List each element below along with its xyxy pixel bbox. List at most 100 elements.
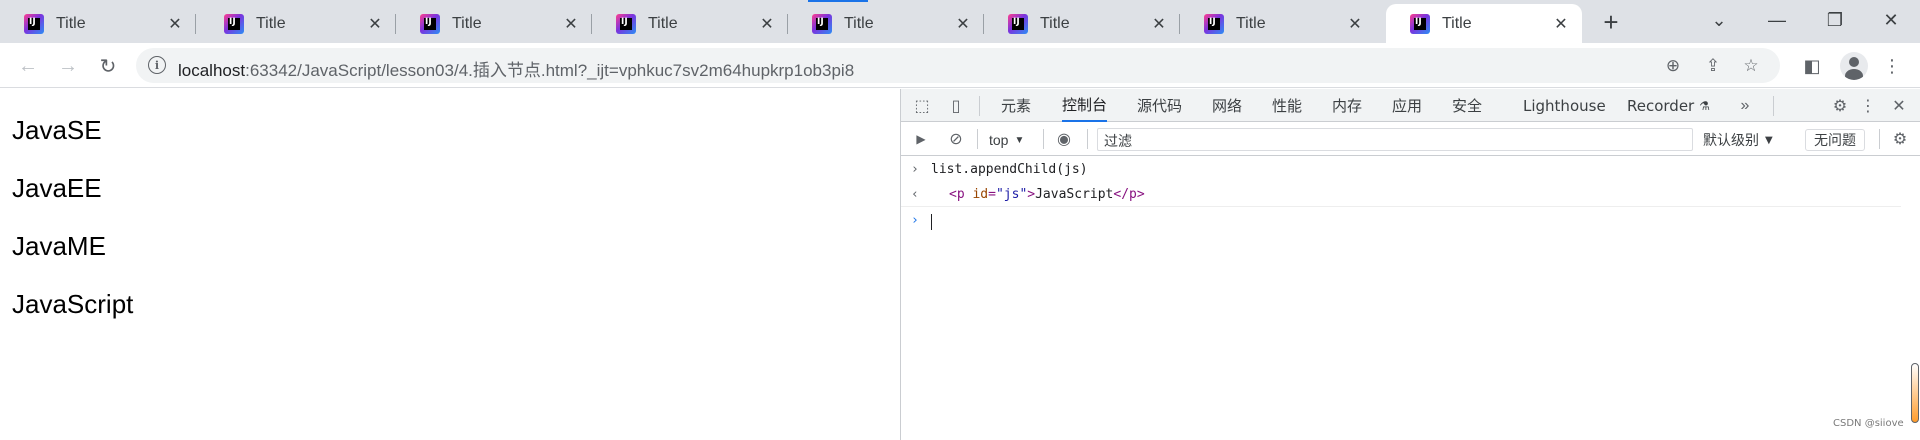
- url-host: localhost: [178, 61, 246, 80]
- close-tab-icon[interactable]: ✕: [756, 13, 778, 35]
- intellij-favicon-icon: IJ: [24, 13, 44, 34]
- intellij-favicon-icon: IJ: [1204, 13, 1224, 34]
- toolbar-divider: [977, 129, 978, 149]
- scrollbar-thumb[interactable]: [1911, 363, 1919, 423]
- context-selector[interactable]: top ▼: [989, 129, 1024, 151]
- devtools-settings-icon[interactable]: ⚙: [1829, 95, 1851, 117]
- close-tab-icon[interactable]: ✕: [952, 13, 974, 35]
- toolbar-divider: [1773, 96, 1774, 116]
- devtools-panel: ⬚ ▯ 元素 控制台 源代码 网络 性能 内存 应用 安全 Lighthouse…: [900, 89, 1920, 440]
- browser-tab-8-active[interactable]: IJ Title ✕: [1386, 4, 1582, 43]
- zoom-icon[interactable]: ⊕: [1662, 55, 1684, 77]
- window-close-icon[interactable]: ✕: [1862, 0, 1920, 40]
- profile-avatar-icon[interactable]: [1840, 52, 1868, 80]
- tab-memory[interactable]: 内存: [1332, 89, 1362, 122]
- close-tab-icon[interactable]: ✕: [164, 13, 186, 35]
- console-command: list.appendChild(js): [931, 162, 1088, 177]
- new-tab-button[interactable]: +: [1597, 7, 1625, 37]
- address-bar[interactable]: i localhost:63342/JavaScript/lesson03/4.…: [136, 48, 1780, 83]
- console-prompt-line[interactable]: ›: [901, 208, 1901, 233]
- browser-tab-1[interactable]: IJ Title ✕: [0, 4, 196, 43]
- device-toolbar-icon[interactable]: ▯: [945, 95, 967, 117]
- intellij-favicon-icon: IJ: [420, 13, 440, 34]
- context-value: top: [989, 132, 1009, 148]
- tab-title: Title: [648, 14, 678, 32]
- log-level-selector[interactable]: 默认级别 ▼: [1703, 129, 1773, 151]
- close-tab-icon[interactable]: ✕: [560, 13, 582, 35]
- close-tab-icon[interactable]: ✕: [1344, 13, 1366, 35]
- maximize-icon[interactable]: ❐: [1806, 0, 1864, 40]
- intellij-favicon-icon: IJ: [1410, 13, 1430, 34]
- tab-separator: [195, 14, 196, 34]
- console-output[interactable]: › list.appendChild(js) ‹ <p id="js">Java…: [901, 157, 1920, 440]
- tab-search-icon[interactable]: ⌄: [1690, 0, 1748, 40]
- log-level-value: 默认级别: [1703, 133, 1759, 149]
- browser-tab-5[interactable]: IJ Title ✕: [788, 4, 984, 43]
- tab-elements[interactable]: 元素: [1001, 89, 1031, 122]
- clear-console-icon[interactable]: ⊘: [945, 128, 967, 150]
- tab-title: Title: [1236, 14, 1266, 32]
- page-viewport: JavaSE JavaEE JavaME JavaScript: [0, 89, 900, 440]
- intellij-favicon-icon: IJ: [812, 13, 832, 34]
- paragraph-javascript: JavaScript: [12, 289, 134, 319]
- intellij-favicon-icon: IJ: [224, 13, 244, 34]
- console-input-line: › list.appendChild(js): [901, 157, 1901, 182]
- tab-strip: IJ Title ✕ IJ Title ✕ IJ Title ✕ IJ Titl…: [0, 0, 1920, 43]
- tab-title: Title: [1040, 14, 1070, 32]
- more-tabs-icon[interactable]: »: [1734, 95, 1756, 117]
- live-expression-eye-icon[interactable]: ◉: [1053, 128, 1075, 150]
- back-arrow-icon[interactable]: ←: [14, 52, 42, 80]
- browser-tab-6[interactable]: IJ Title ✕: [984, 4, 1180, 43]
- intellij-favicon-icon: IJ: [616, 13, 636, 34]
- url-path: :63342/JavaScript/lesson03/4.插入节点.html?_…: [245, 61, 855, 80]
- toolbar-divider: [979, 96, 980, 116]
- tab-security[interactable]: 安全: [1452, 89, 1482, 122]
- toolbar-divider: [1879, 129, 1880, 149]
- site-info-icon[interactable]: i: [148, 56, 166, 74]
- browser-tab-7[interactable]: IJ Title ✕: [1180, 4, 1376, 43]
- browser-tab-3[interactable]: IJ Title ✕: [396, 4, 592, 43]
- dropdown-arrow-icon: ▼: [1014, 134, 1025, 146]
- forward-arrow-icon[interactable]: →: [54, 52, 82, 80]
- intellij-favicon-icon: IJ: [1008, 13, 1028, 34]
- browser-menu-icon[interactable]: ⋮: [1880, 54, 1904, 78]
- tab-sources[interactable]: 源代码: [1137, 89, 1182, 122]
- browser-tab-2[interactable]: IJ Title ✕: [200, 4, 396, 43]
- tab-network[interactable]: 网络: [1212, 89, 1242, 122]
- side-panel-icon[interactable]: ◧: [1800, 54, 1824, 78]
- url-text[interactable]: localhost:63342/JavaScript/lesson03/4.插入…: [178, 56, 854, 81]
- console-result-line[interactable]: ‹ <p id="js">JavaScript</p>: [901, 182, 1901, 207]
- close-tab-icon[interactable]: ✕: [364, 13, 386, 35]
- output-chevron-icon: ‹: [911, 186, 919, 202]
- paragraph-javaee: JavaEE: [12, 173, 102, 203]
- reload-icon[interactable]: ↻: [94, 52, 122, 80]
- close-tab-icon[interactable]: ✕: [1148, 13, 1170, 35]
- tab-title: Title: [1442, 14, 1472, 32]
- bookmark-star-icon[interactable]: ☆: [1740, 55, 1762, 77]
- close-tab-icon[interactable]: ✕: [1550, 13, 1572, 35]
- browser-toolbar: ← → ↻ i localhost:63342/JavaScript/lesso…: [0, 43, 1920, 88]
- devtools-close-icon[interactable]: ✕: [1888, 95, 1910, 117]
- dropdown-arrow-icon: ▼: [1765, 134, 1773, 146]
- console-settings-icon[interactable]: ⚙: [1889, 128, 1911, 150]
- result-element-node[interactable]: <p id="js">JavaScript</p>: [949, 187, 1145, 202]
- tab-console[interactable]: 控制台: [1062, 89, 1108, 122]
- paragraph-javame: JavaME: [12, 231, 106, 261]
- console-toolbar: ▶ ⊘ top ▼ ◉ 过滤 默认级别 ▼ 无问题 ⚙: [901, 123, 1920, 156]
- console-sidebar-icon[interactable]: ▶: [910, 128, 932, 150]
- inspect-element-icon[interactable]: ⬚: [911, 95, 933, 117]
- tab-application[interactable]: 应用: [1392, 89, 1422, 122]
- devtools-tab-bar: ⬚ ▯ 元素 控制台 源代码 网络 性能 内存 应用 安全 Lighthouse…: [901, 89, 1920, 122]
- tab-title: Title: [844, 14, 874, 32]
- share-icon[interactable]: ⇪: [1702, 55, 1724, 77]
- minimize-icon[interactable]: —: [1748, 0, 1806, 40]
- tab-recorder[interactable]: Recorder ⚗: [1627, 89, 1710, 122]
- browser-tab-4[interactable]: IJ Title ✕: [592, 4, 788, 43]
- toolbar-divider: [1087, 129, 1088, 149]
- console-filter-input[interactable]: 过滤: [1097, 128, 1693, 151]
- devtools-menu-icon[interactable]: ⋮: [1857, 95, 1879, 117]
- issues-button[interactable]: 无问题: [1805, 129, 1865, 151]
- tab-lighthouse[interactable]: Lighthouse: [1523, 89, 1606, 122]
- tab-title: Title: [56, 14, 86, 32]
- tab-performance[interactable]: 性能: [1272, 89, 1302, 122]
